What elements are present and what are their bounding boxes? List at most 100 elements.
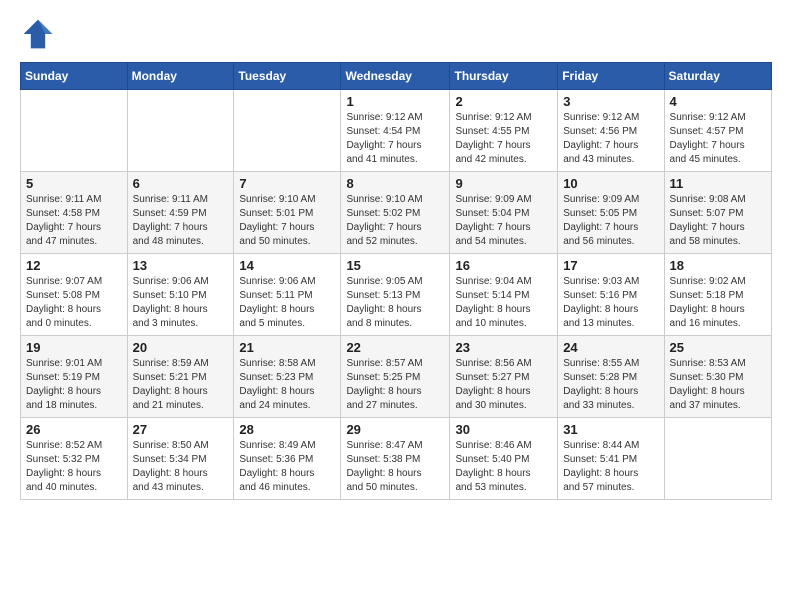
day-number: 27 [133, 422, 229, 437]
calendar-cell: 12Sunrise: 9:07 AM Sunset: 5:08 PM Dayli… [21, 254, 128, 336]
day-info: Sunrise: 9:09 AM Sunset: 5:04 PM Dayligh… [455, 193, 552, 249]
calendar-cell: 3 Sunrise: 9:12 AM Sunset: 4:56 PM Daylig… [558, 90, 664, 172]
day-number: 5 [26, 176, 122, 191]
weekday-header: Tuesday [234, 63, 341, 90]
day-number: 14 [239, 258, 335, 273]
day-number: 28 [239, 422, 335, 437]
day-number: 25 [670, 340, 766, 355]
day-info: Sunrise: 8:59 AM Sunset: 5:21 PM Dayligh… [133, 357, 229, 413]
day-number: 15 [346, 258, 444, 273]
calendar-cell: 16Sunrise: 9:04 AM Sunset: 5:14 PM Dayli… [450, 254, 558, 336]
calendar-cell: 7 Sunrise: 9:10 AM Sunset: 5:01 PM Daylig… [234, 172, 341, 254]
weekday-header-row: SundayMondayTuesdayWednesdayThursdayFrid… [21, 63, 772, 90]
day-info: Sunrise: 9:05 AM Sunset: 5:13 PM Dayligh… [346, 275, 444, 331]
day-info: Sunrise: 9:12 AM Sunset: 4:56 PM Dayligh… [563, 111, 658, 167]
day-info: Sunrise: 8:46 AM Sunset: 5:40 PM Dayligh… [455, 439, 552, 495]
day-number: 4 [670, 94, 766, 109]
day-number: 30 [455, 422, 552, 437]
day-info: Sunrise: 9:10 AM Sunset: 5:01 PM Dayligh… [239, 193, 335, 249]
calendar-cell: 2 Sunrise: 9:12 AM Sunset: 4:55 PM Daylig… [450, 90, 558, 172]
calendar-cell: 28 Sunrise: 8:49 AM Sunset: 5:36 PM Dayli… [234, 418, 341, 500]
calendar-cell [127, 90, 234, 172]
day-info: Sunrise: 8:58 AM Sunset: 5:23 PM Dayligh… [239, 357, 335, 413]
weekday-header: Friday [558, 63, 664, 90]
calendar-cell: 24 Sunrise: 8:55 AM Sunset: 5:28 PM Dayli… [558, 336, 664, 418]
day-info: Sunrise: 8:50 AM Sunset: 5:34 PM Dayligh… [133, 439, 229, 495]
calendar-cell: 17 Sunrise: 9:03 AM Sunset: 5:16 PM Dayli… [558, 254, 664, 336]
day-number: 29 [346, 422, 444, 437]
day-info: Sunrise: 9:12 AM Sunset: 4:57 PM Dayligh… [670, 111, 766, 167]
day-info: Sunrise: 8:49 AM Sunset: 5:36 PM Dayligh… [239, 439, 335, 495]
day-number: 7 [239, 176, 335, 191]
calendar-cell: 30 Sunrise: 8:46 AM Sunset: 5:40 PM Dayli… [450, 418, 558, 500]
day-info: Sunrise: 9:11 AM Sunset: 4:59 PM Dayligh… [133, 193, 229, 249]
calendar-cell: 13 Sunrise: 9:06 AM Sunset: 5:10 PM Dayli… [127, 254, 234, 336]
day-info: Sunrise: 9:01 AM Sunset: 5:19 PM Dayligh… [26, 357, 122, 413]
calendar-cell [21, 90, 128, 172]
calendar-cell: 29 Sunrise: 8:47 AM Sunset: 5:38 PM Dayli… [341, 418, 450, 500]
calendar-cell: 6 Sunrise: 9:11 AM Sunset: 4:59 PM Daylig… [127, 172, 234, 254]
day-info: Sunrise: 8:53 AM Sunset: 5:30 PM Dayligh… [670, 357, 766, 413]
calendar-cell: 1 Sunrise: 9:12 AM Sunset: 4:54 PM Daylig… [341, 90, 450, 172]
logo [20, 16, 60, 52]
day-number: 19 [26, 340, 122, 355]
calendar-week-row: 5 Sunrise: 9:11 AM Sunset: 4:58 PM Daylig… [21, 172, 772, 254]
day-info: Sunrise: 9:08 AM Sunset: 5:07 PM Dayligh… [670, 193, 766, 249]
calendar-cell: 8 Sunrise: 9:10 AM Sunset: 5:02 PM Daylig… [341, 172, 450, 254]
day-number: 8 [346, 176, 444, 191]
page-header [20, 16, 772, 52]
calendar-cell: 14 Sunrise: 9:06 AM Sunset: 5:11 PM Dayli… [234, 254, 341, 336]
calendar-cell: 18Sunrise: 9:02 AM Sunset: 5:18 PM Dayli… [664, 254, 771, 336]
day-number: 11 [670, 176, 766, 191]
calendar-cell: 27 Sunrise: 8:50 AM Sunset: 5:34 PM Dayli… [127, 418, 234, 500]
calendar-cell: 11 Sunrise: 9:08 AM Sunset: 5:07 PM Dayli… [664, 172, 771, 254]
calendar-cell: 20 Sunrise: 8:59 AM Sunset: 5:21 PM Dayli… [127, 336, 234, 418]
day-info: Sunrise: 9:06 AM Sunset: 5:11 PM Dayligh… [239, 275, 335, 331]
day-number: 23 [455, 340, 552, 355]
day-number: 26 [26, 422, 122, 437]
calendar-cell: 4 Sunrise: 9:12 AM Sunset: 4:57 PM Daylig… [664, 90, 771, 172]
day-number: 20 [133, 340, 229, 355]
calendar-week-row: 19 Sunrise: 9:01 AM Sunset: 5:19 PM Dayli… [21, 336, 772, 418]
calendar-table: SundayMondayTuesdayWednesdayThursdayFrid… [20, 62, 772, 500]
day-number: 21 [239, 340, 335, 355]
page-container: SundayMondayTuesdayWednesdayThursdayFrid… [0, 0, 792, 510]
calendar-cell: 5 Sunrise: 9:11 AM Sunset: 4:58 PM Daylig… [21, 172, 128, 254]
calendar-cell: 31 Sunrise: 8:44 AM Sunset: 5:41 PM Dayli… [558, 418, 664, 500]
day-number: 24 [563, 340, 658, 355]
day-number: 2 [455, 94, 552, 109]
day-info: Sunrise: 9:10 AM Sunset: 5:02 PM Dayligh… [346, 193, 444, 249]
calendar-cell: 26 Sunrise: 8:52 AM Sunset: 5:32 PM Dayli… [21, 418, 128, 500]
calendar-cell: 19 Sunrise: 9:01 AM Sunset: 5:19 PM Dayli… [21, 336, 128, 418]
day-number: 18 [670, 258, 766, 273]
calendar-cell: 22Sunrise: 8:57 AM Sunset: 5:25 PM Dayli… [341, 336, 450, 418]
day-info: Sunrise: 9:12 AM Sunset: 4:54 PM Dayligh… [346, 111, 444, 167]
day-number: 3 [563, 94, 658, 109]
day-info: Sunrise: 9:06 AM Sunset: 5:10 PM Dayligh… [133, 275, 229, 331]
day-info: Sunrise: 9:03 AM Sunset: 5:16 PM Dayligh… [563, 275, 658, 331]
day-info: Sunrise: 9:09 AM Sunset: 5:05 PM Dayligh… [563, 193, 658, 249]
day-number: 17 [563, 258, 658, 273]
calendar-week-row: 1 Sunrise: 9:12 AM Sunset: 4:54 PM Daylig… [21, 90, 772, 172]
calendar-cell: 21 Sunrise: 8:58 AM Sunset: 5:23 PM Dayli… [234, 336, 341, 418]
day-info: Sunrise: 9:12 AM Sunset: 4:55 PM Dayligh… [455, 111, 552, 167]
day-number: 31 [563, 422, 658, 437]
day-info: Sunrise: 8:44 AM Sunset: 5:41 PM Dayligh… [563, 439, 658, 495]
day-number: 9 [455, 176, 552, 191]
day-info: Sunrise: 9:07 AM Sunset: 5:08 PM Dayligh… [26, 275, 122, 331]
day-info: Sunrise: 9:11 AM Sunset: 4:58 PM Dayligh… [26, 193, 122, 249]
calendar-week-row: 26 Sunrise: 8:52 AM Sunset: 5:32 PM Dayli… [21, 418, 772, 500]
day-number: 22 [346, 340, 444, 355]
day-info: Sunrise: 9:04 AM Sunset: 5:14 PM Dayligh… [455, 275, 552, 331]
weekday-header: Saturday [664, 63, 771, 90]
calendar-cell: 15 Sunrise: 9:05 AM Sunset: 5:13 PM Dayli… [341, 254, 450, 336]
day-info: Sunrise: 8:47 AM Sunset: 5:38 PM Dayligh… [346, 439, 444, 495]
day-info: Sunrise: 8:52 AM Sunset: 5:32 PM Dayligh… [26, 439, 122, 495]
day-info: Sunrise: 8:56 AM Sunset: 5:27 PM Dayligh… [455, 357, 552, 413]
weekday-header: Monday [127, 63, 234, 90]
day-number: 1 [346, 94, 444, 109]
day-number: 13 [133, 258, 229, 273]
day-number: 6 [133, 176, 229, 191]
day-info: Sunrise: 8:55 AM Sunset: 5:28 PM Dayligh… [563, 357, 658, 413]
weekday-header: Sunday [21, 63, 128, 90]
